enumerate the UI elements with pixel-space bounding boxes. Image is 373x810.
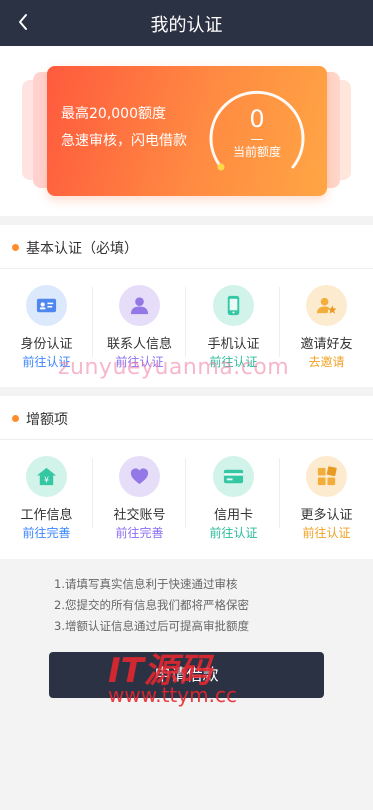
svg-text:¥: ¥ [44,476,49,485]
phone-icon [213,285,254,326]
invite-friend-icon [306,285,347,326]
credit-limit-card: 最高20,000额度 急速审核，闪电借款 0 当前额度 [47,66,327,196]
auth-item-label: 工作信息 [20,508,73,523]
auth-item-label: 手机认证 [207,337,260,352]
credit-banner-area: 最高20,000额度 急速审核，闪电借款 0 当前额度 [0,46,373,216]
auth-item-label: 身份认证 [20,337,73,352]
limit-gauge: 0 当前额度 [205,83,309,187]
auth-item-credit-card[interactable]: 信用卡 前往认证 [187,440,280,550]
watermark-url: zunyueyuanma.com [58,355,290,380]
section-dot-icon [12,415,19,422]
work-house-icon: ¥ [26,456,67,497]
auth-item-label: 信用卡 [213,508,253,523]
auth-item-label: 社交账号 [113,508,166,523]
tip-line: 1.请填写真实信息利于快速通过审核 [54,577,238,591]
page-title: 我的认证 [150,15,223,36]
section-title: 增额项 [26,412,68,428]
auth-item-more[interactable]: 更多认证 前往认证 [280,440,373,550]
fast-review-text: 急速审核，闪电借款 [61,133,187,149]
tip-line: 3.增额认证信息通过后可提高审批额度 [54,619,249,633]
auth-item-action-link[interactable]: 前往认证 [280,524,373,541]
gauge-indicator-dot [217,163,225,171]
auth-item-action-link[interactable]: 前往认证 [187,524,280,541]
auth-item-label: 联系人信息 [106,337,172,352]
credit-card-icon [213,456,254,497]
section-title: 基本认证（必填） [26,241,138,257]
auth-item-action-link[interactable]: 前往完善 [0,524,93,541]
gauge-divider [251,139,263,140]
auth-item-invite[interactable]: 邀请好友 去邀请 [280,269,373,379]
tips-list: 1.请填写真实信息利于快速通过审核 2.您提交的所有信息我们都将严格保密 3.增… [54,574,354,637]
section-header: 增额项 [0,396,373,440]
social-heart-icon [119,456,160,497]
auth-item-label: 邀请好友 [300,337,353,352]
tip-line: 2.您提交的所有信息我们都将严格保密 [54,598,249,612]
current-limit-label: 当前额度 [232,145,281,159]
id-card-icon [26,285,67,326]
extra-limit-section: 增额项 ¥ 工作信息 前往完善 社交账号 前往完善 信用卡 前往认证 更多认证 … [0,396,373,559]
extra-auth-grid: ¥ 工作信息 前往完善 社交账号 前往完善 信用卡 前往认证 更多认证 前往认证 [0,440,373,550]
auth-item-action-link[interactable]: 去邀请 [280,353,373,370]
gauge-arc [209,90,305,171]
user-icon [119,285,160,326]
top-bar: 我的认证 [0,0,373,46]
auth-item-social[interactable]: 社交账号 前往完善 [93,440,186,550]
watermark-site: www.ttym.cc [108,683,237,707]
auth-item-work[interactable]: ¥ 工作信息 前往完善 [0,440,93,550]
section-header: 基本认证（必填） [0,225,373,269]
more-grid-icon [306,456,347,497]
auth-item-label: 更多认证 [300,508,353,523]
max-limit-text: 最高20,000额度 [61,106,166,122]
auth-item-action-link[interactable]: 前往完善 [93,524,186,541]
current-limit-value: 0 [249,105,265,133]
section-dot-icon [12,244,19,251]
